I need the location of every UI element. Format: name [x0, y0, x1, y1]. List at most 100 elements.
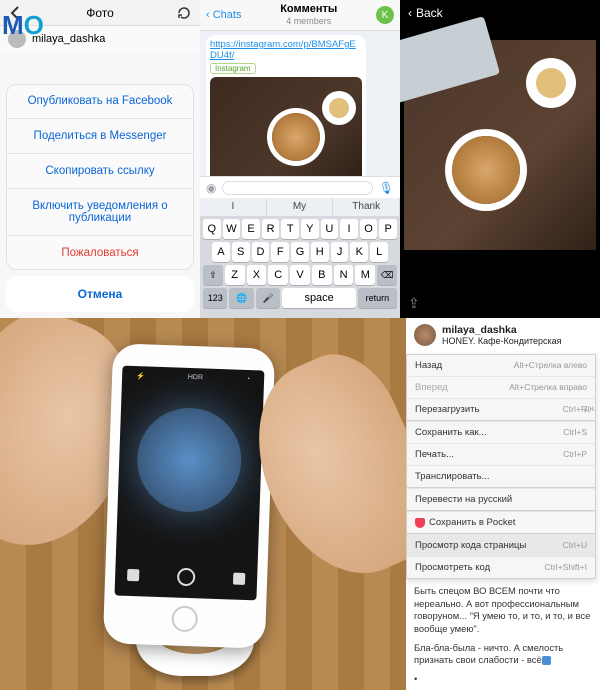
space-key[interactable]: space [282, 288, 355, 308]
key-row: ⇧ ZXCVBNM ⌫ [200, 265, 400, 285]
shutter-button[interactable] [123, 366, 265, 371]
location: HONEY. Кафе-Кондитерская [442, 336, 562, 346]
menu-print[interactable]: Печать...Ctrl+P [407, 443, 595, 465]
prediction[interactable]: Thank [333, 198, 400, 216]
globe-key[interactable]: 🌐 [229, 288, 253, 308]
key[interactable]: N [334, 265, 354, 285]
dictation-key[interactable]: 🎤 [256, 288, 280, 308]
key[interactable]: H [311, 242, 329, 262]
key[interactable]: M [355, 265, 375, 285]
key[interactable]: E [242, 219, 260, 239]
menu-cast[interactable]: Транслировать... [407, 465, 595, 487]
key[interactable]: T [281, 219, 299, 239]
prediction[interactable]: I [200, 198, 267, 216]
key[interactable]: W [223, 219, 241, 239]
flash-icon[interactable]: ⚡ [136, 372, 145, 380]
share-icon[interactable]: ⇪ [408, 295, 420, 312]
context-menu: НазадAlt+Стрелка влево ВпередAlt+Стрелка… [406, 354, 596, 579]
key[interactable]: Q [203, 219, 221, 239]
return-key[interactable]: return [358, 288, 397, 308]
lock-emoji [542, 656, 551, 665]
hdr-label[interactable]: HDR [188, 374, 203, 383]
key[interactable]: Z [225, 265, 245, 285]
refresh-icon[interactable] [176, 5, 192, 21]
message-input-bar: ◉ 🎙 [200, 176, 400, 198]
photo-scene: ⚡ HDR ◔ [0, 318, 406, 690]
menu-forward: ВпередAlt+Стрелка вправо [407, 376, 595, 398]
mic-icon[interactable]: 🎙 [379, 181, 394, 195]
link-preview-image [210, 77, 362, 189]
key[interactable]: R [262, 219, 280, 239]
viewfinder-subject [135, 406, 243, 514]
post-caption: Быть спецом ВО ВСЕМ почти что нереально.… [406, 585, 600, 690]
key[interactable]: G [291, 242, 309, 262]
numbers-key[interactable]: 123 [203, 288, 227, 308]
menu-pocket[interactable]: Сохранить в Pocket [407, 511, 595, 533]
key-row: 123 🌐 🎤 space return [200, 288, 400, 308]
menu-inspect[interactable]: Просмотреть кодCtrl+Shift+I [407, 556, 595, 578]
timer-icon[interactable]: ◔ [246, 376, 251, 384]
post-header[interactable]: milaya_dashka HONEY. Кафе-Кондитерская [406, 318, 600, 348]
backspace-key[interactable]: ⌫ [377, 265, 397, 285]
home-button[interactable] [171, 605, 198, 632]
key[interactable]: B [312, 265, 332, 285]
key[interactable]: X [247, 265, 267, 285]
message-bubble[interactable]: https://instagram.com/p/BMSAFgEDU4f/ Ins… [206, 35, 366, 193]
group-avatar[interactable]: K [376, 6, 394, 24]
nav-title: Фото [86, 6, 114, 20]
menu-save-as[interactable]: Сохранить как...Ctrl+S [407, 421, 595, 443]
menu-back[interactable]: НазадAlt+Стрелка влево [407, 355, 595, 376]
cancel-button[interactable]: Отмена [6, 276, 194, 312]
copy-link[interactable]: Скопировать ссылку [6, 153, 194, 188]
report[interactable]: Пожаловаться [6, 235, 194, 270]
gallery-thumb[interactable] [127, 569, 139, 581]
ios-share-panel: Фото milaya_dashka MO Опубликовать на Fa… [0, 0, 200, 318]
menu-view-source[interactable]: Просмотр кода страницыCtrl+U [407, 534, 595, 556]
phone-mockup: ⚡ HDR ◔ [103, 343, 275, 648]
switch-camera-icon[interactable] [233, 573, 245, 585]
key[interactable]: S [232, 242, 250, 262]
message-input[interactable] [222, 181, 372, 195]
chat-header: ‹ Chats Комменты4 members K [200, 0, 400, 31]
chat-title[interactable]: Комменты4 members [280, 3, 337, 27]
menu-reload[interactable]: ПерезагрузитьCtrl+R [407, 398, 595, 420]
key[interactable]: I [340, 219, 358, 239]
back-chats[interactable]: ‹ Chats [206, 9, 241, 21]
key[interactable]: F [271, 242, 289, 262]
key-row: QWERTYUIOP [200, 219, 400, 239]
camera-screen: ⚡ HDR ◔ [114, 366, 264, 601]
preview-panel: ‹ Back ⇪ [400, 0, 600, 318]
key[interactable]: U [321, 219, 339, 239]
key[interactable]: Y [301, 219, 319, 239]
toggle-notifications[interactable]: Включить уведомления о публикации [6, 188, 194, 235]
key[interactable]: C [268, 265, 288, 285]
share-messenger[interactable]: Поделиться в Messenger [6, 118, 194, 153]
action-sheet: Опубликовать на Facebook Поделиться в Me… [6, 84, 194, 312]
link-source-tag: Instagram [210, 63, 256, 74]
capture-button[interactable] [177, 568, 196, 587]
timestamp: дн. [585, 404, 596, 413]
key[interactable]: L [370, 242, 388, 262]
key[interactable]: A [212, 242, 230, 262]
browser-panel: milaya_dashka HONEY. Кафе-Кондитерская д… [406, 318, 600, 690]
menu-translate[interactable]: Перевести на русский [407, 488, 595, 510]
back-button[interactable]: ‹ Back [400, 0, 600, 26]
telegram-panel: ‹ Chats Комменты4 members K https://inst… [200, 0, 400, 318]
pocket-icon [415, 518, 425, 528]
preview-image [404, 40, 596, 250]
key[interactable]: O [360, 219, 378, 239]
key[interactable]: V [290, 265, 310, 285]
message-link[interactable]: https://instagram.com/p/BMSAFgEDU4f/ [210, 39, 362, 61]
key-row: ASDFGHJKL [200, 242, 400, 262]
predictions: I My Thank [200, 198, 400, 216]
key[interactable]: J [331, 242, 349, 262]
share-facebook[interactable]: Опубликовать на Facebook [6, 84, 194, 118]
prediction[interactable]: My [267, 198, 334, 216]
key[interactable]: K [350, 242, 368, 262]
key[interactable]: D [252, 242, 270, 262]
shift-key[interactable]: ⇧ [203, 265, 223, 285]
avatar [414, 324, 436, 346]
watermark-logo: MO [2, 10, 44, 41]
camera-icon[interactable]: ◉ [206, 181, 216, 195]
key[interactable]: P [379, 219, 397, 239]
